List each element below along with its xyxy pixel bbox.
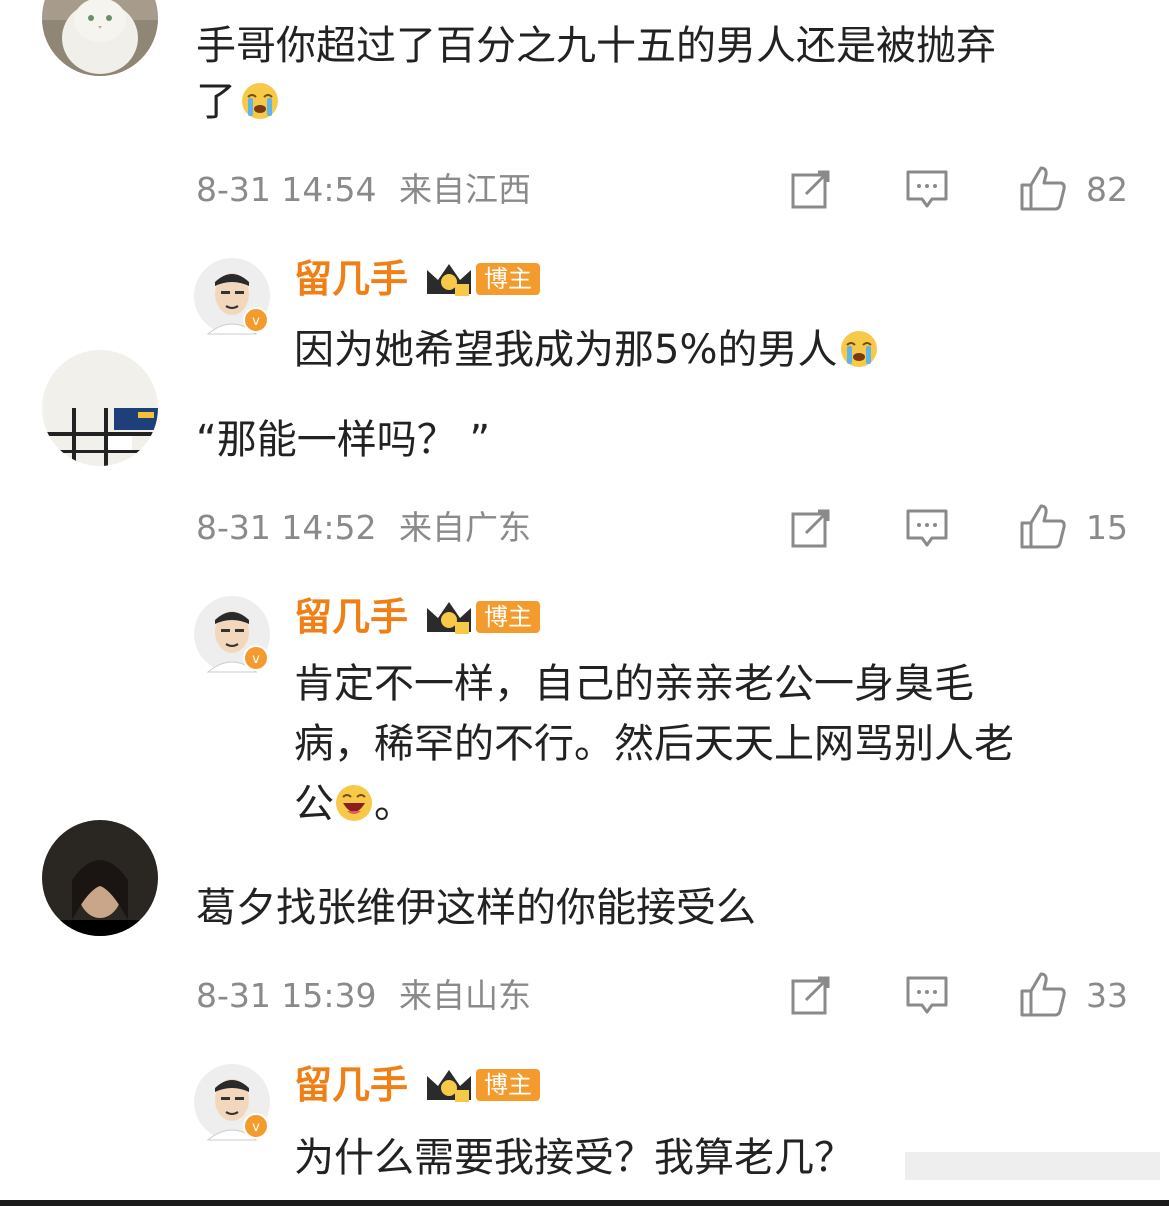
crying-emoji-icon: [841, 331, 878, 367]
crying-emoji-icon: [242, 83, 278, 119]
comment-time: 8-31 15:39: [196, 976, 377, 1015]
blogger-tag: 博主: [476, 263, 540, 295]
like-button[interactable]: [1018, 164, 1068, 212]
repost-button[interactable]: [788, 505, 834, 551]
blogger-badge: 博主: [424, 1066, 540, 1104]
svg-text:v: v: [252, 652, 260, 667]
comment-location: 来自江西: [399, 170, 531, 209]
commenter-avatar-cat[interactable]: [42, 0, 158, 76]
blogger-tag: 博主: [476, 1069, 540, 1101]
like-count: 15: [1086, 508, 1128, 547]
comment-location: 来自山东: [399, 976, 531, 1015]
reply-author-avatar[interactable]: v: [194, 596, 270, 673]
crown-icon: [427, 1070, 471, 1102]
comment-button[interactable]: [904, 505, 950, 551]
commenter-avatar-woman[interactable]: [42, 820, 158, 936]
comment-icon: [906, 509, 948, 547]
comment-meta: 8-31 15:39 来自山东: [196, 976, 531, 1016]
laughing-emoji-icon: [336, 785, 372, 821]
comment-text: 手哥你超过了百分之九十五的男人还是被抛弃 了: [196, 23, 996, 125]
commenter-avatar-abstract[interactable]: [42, 350, 158, 466]
reply-author-avatar[interactable]: v: [194, 258, 270, 335]
watermark: [905, 1142, 1160, 1190]
comment-time: 8-31 14:52: [196, 508, 377, 547]
comment-text: 葛夕找张维伊这样的你能接受么: [196, 885, 756, 931]
reply-text: 肯定不一样，自己的亲亲老公一身臭毛 病，稀罕的不行。然后天天上网骂别人老 公。: [294, 661, 1014, 827]
repost-icon: [791, 509, 830, 548]
comment-button[interactable]: [904, 166, 950, 212]
bottom-edge-bar: [0, 1200, 1169, 1206]
like-count: 33: [1086, 976, 1128, 1015]
comment-icon: [906, 976, 948, 1014]
blogger-badge: 博主: [424, 598, 540, 636]
blogger-tag: 博主: [476, 601, 540, 633]
comment-text: “那能一样吗？ ”: [196, 417, 491, 463]
thumbs-up-icon: [1020, 504, 1066, 549]
like-button[interactable]: [1018, 502, 1068, 550]
like-count: 82: [1086, 170, 1128, 209]
repost-button[interactable]: [788, 972, 834, 1018]
comment-meta: 8-31 14:54 来自江西: [196, 170, 531, 210]
reply-author-name[interactable]: 留几手: [294, 594, 408, 640]
crown-icon: [427, 264, 471, 296]
svg-text:v: v: [252, 314, 260, 329]
repost-icon: [791, 976, 830, 1015]
comment-location: 来自广东: [399, 508, 531, 547]
thumbs-up-icon: [1020, 972, 1066, 1017]
comment-time: 8-31 14:54: [196, 170, 377, 209]
comment-icon: [906, 170, 948, 208]
thumbs-up-icon: [1020, 166, 1066, 211]
crown-icon: [427, 602, 471, 634]
reply-author-name[interactable]: 留几手: [294, 1062, 408, 1108]
reply-author-avatar[interactable]: v: [194, 1064, 270, 1141]
comment-meta: 8-31 14:52 来自广东: [196, 508, 531, 548]
blogger-badge: 博主: [424, 260, 540, 298]
repost-icon: [791, 170, 830, 209]
reply-text: 因为她希望我成为那5%的男人: [294, 320, 1134, 380]
repost-button[interactable]: [788, 166, 834, 212]
like-button[interactable]: [1018, 970, 1068, 1018]
reply-author-name[interactable]: 留几手: [294, 256, 408, 302]
comment-button[interactable]: [904, 972, 950, 1018]
svg-text:v: v: [252, 1120, 260, 1135]
